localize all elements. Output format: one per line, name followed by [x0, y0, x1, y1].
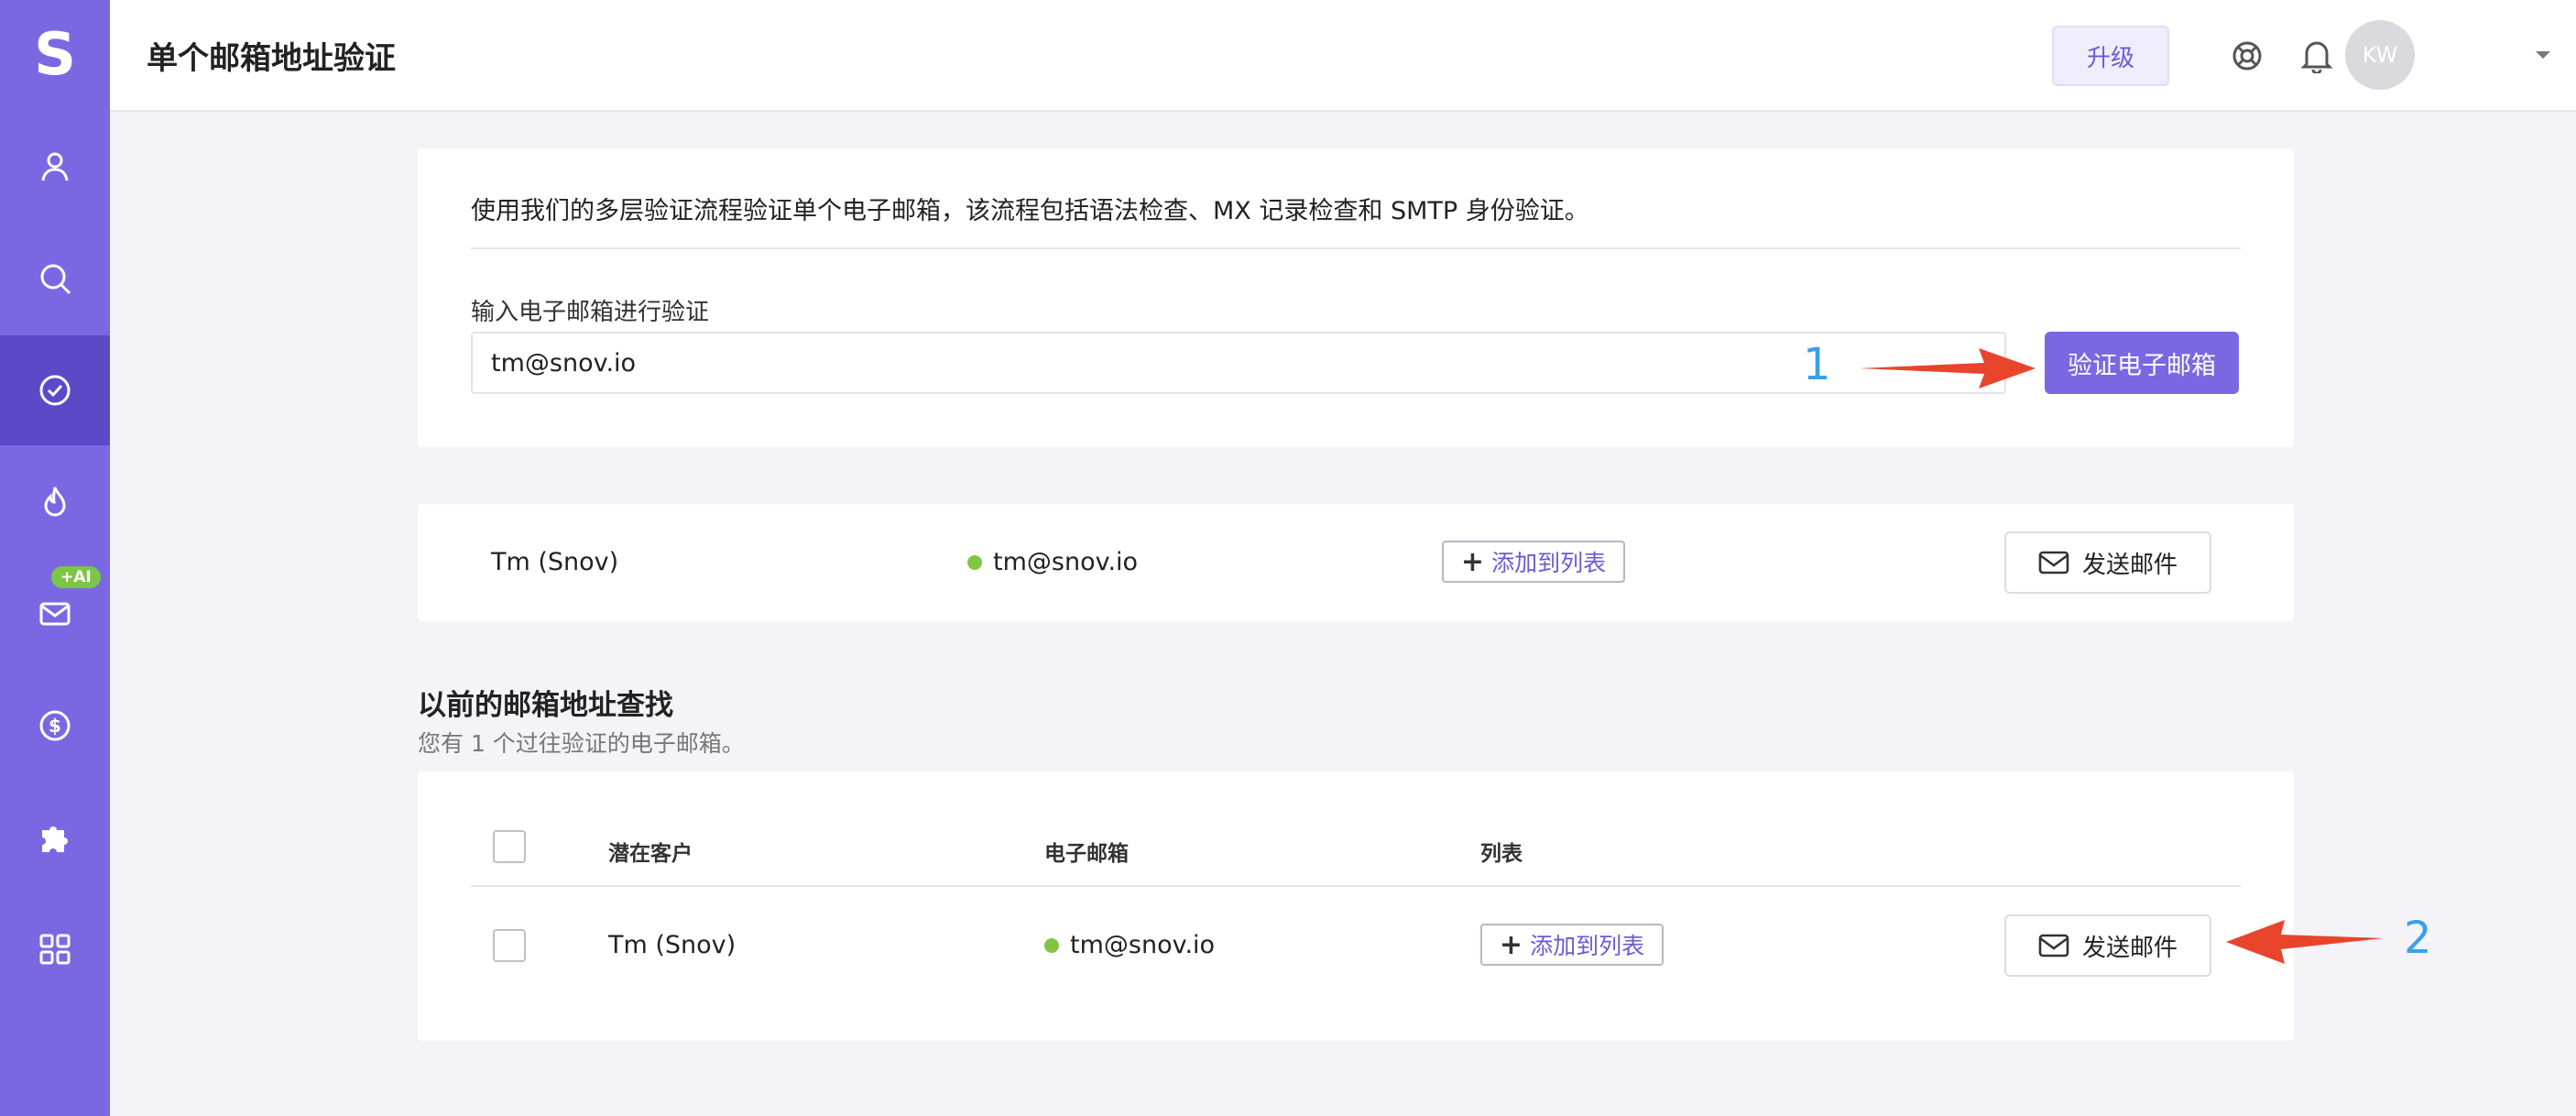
envelope-icon: [2038, 934, 2069, 957]
puzzle-icon: [42, 826, 68, 852]
result-email-value: tm@snov.io: [993, 548, 1139, 576]
add-to-list-button[interactable]: + 添加到列表: [1442, 541, 1625, 583]
avatar[interactable]: KW: [2345, 20, 2415, 90]
result-email: tm@snov.io: [967, 548, 1138, 576]
sidebar-item-campaigns[interactable]: [0, 559, 110, 669]
sidebar-item-warmup[interactable]: [0, 447, 110, 557]
sidebar-item-search[interactable]: [0, 224, 110, 334]
add-to-list-label: 添加到列表: [1530, 933, 1645, 959]
column-header-email[interactable]: 电子邮箱: [1044, 836, 1129, 867]
history-subtitle: 您有 1 个过往验证的电子邮箱。: [418, 730, 745, 757]
row-send-email-button[interactable]: 发送邮件: [2004, 914, 2211, 977]
select-all-checkbox[interactable]: [493, 830, 526, 863]
send-email-button[interactable]: 发送邮件: [2004, 531, 2211, 594]
divider: [471, 247, 2241, 249]
annotation-arrow-1: [1860, 348, 2036, 388]
envelope-icon: [2038, 551, 2069, 574]
table-header-divider: [471, 885, 2241, 887]
sidebar-item-apps[interactable]: [0, 894, 110, 1004]
row-email-value: tm@snov.io: [1070, 931, 1216, 959]
send-email-label: 发送邮件: [2081, 934, 2178, 962]
plus-icon: +: [1460, 545, 1485, 578]
sidebar-item-integrations[interactable]: [0, 782, 110, 892]
plus-icon: +: [1499, 928, 1523, 961]
sidebar-item-verify[interactable]: [0, 335, 110, 445]
row-email: tm@snov.io: [1044, 931, 1215, 959]
chevron-down-icon[interactable]: [2536, 51, 2550, 59]
add-to-list-label: 添加到列表: [1491, 550, 1607, 576]
row-checkbox[interactable]: [493, 929, 526, 962]
verify-intro: 使用我们的多层验证流程验证单个电子邮箱，该流程包括语法检查、MX 记录检查和 S…: [471, 197, 1589, 225]
email-field-label: 输入电子邮箱进行验证: [471, 299, 710, 326]
svg-text:$: $: [49, 715, 61, 737]
email-input[interactable]: [471, 332, 2006, 394]
result-name: Tm (Snov): [491, 548, 619, 576]
flame-icon: [44, 487, 66, 517]
valid-status-dot: [967, 554, 982, 570]
top-header: 单个邮箱地址验证 升级 KW ZH: [110, 0, 2576, 112]
column-header-prospect[interactable]: 潜在客户: [608, 836, 693, 867]
sidebar-item-deals[interactable]: $: [0, 671, 110, 781]
apps-grid-icon: [39, 934, 71, 965]
verify-card: 使用我们的多层验证流程验证单个电子邮箱，该流程包括语法检查、MX 记录检查和 S…: [418, 148, 2294, 447]
snov-logo[interactable]: S: [0, 18, 110, 92]
check-circle-icon: [39, 375, 71, 406]
sidebar: S +AI $: [0, 0, 110, 1116]
lifebuoy-icon: [2232, 41, 2262, 71]
bell-icon: [2301, 41, 2332, 73]
history-title: 以前的邮箱地址查找: [418, 689, 673, 722]
verify-email-button[interactable]: 验证电子邮箱: [2045, 332, 2239, 394]
row-add-to-list-button[interactable]: + 添加到列表: [1480, 924, 1664, 966]
page-title: 单个邮箱地址验证: [147, 40, 396, 77]
notifications-button[interactable]: [2298, 37, 2336, 75]
history-table: 潜在客户 电子邮箱 列表 Tm (Snov) tm@snov.io + 添加到列…: [418, 771, 2294, 1041]
send-email-label: 发送邮件: [2081, 551, 2178, 579]
mail-icon: [39, 602, 71, 626]
column-header-list[interactable]: 列表: [1480, 836, 1523, 867]
valid-status-dot: [1044, 937, 1059, 953]
search-icon: [40, 264, 71, 295]
annotation-marker-2: 2: [2404, 913, 2432, 964]
dollar-circle-icon: $: [39, 710, 71, 741]
upgrade-button[interactable]: 升级: [2052, 26, 2169, 86]
row-name[interactable]: Tm (Snov): [608, 931, 736, 959]
result-card: Tm (Snov) tm@snov.io + 添加到列表 发送邮件: [418, 504, 2294, 621]
help-button[interactable]: [2228, 37, 2266, 75]
annotation-marker-1: 1: [1803, 339, 1831, 390]
person-icon: [41, 152, 69, 181]
annotation-arrow-2: [2226, 920, 2384, 964]
sidebar-item-prospects[interactable]: [0, 112, 110, 222]
